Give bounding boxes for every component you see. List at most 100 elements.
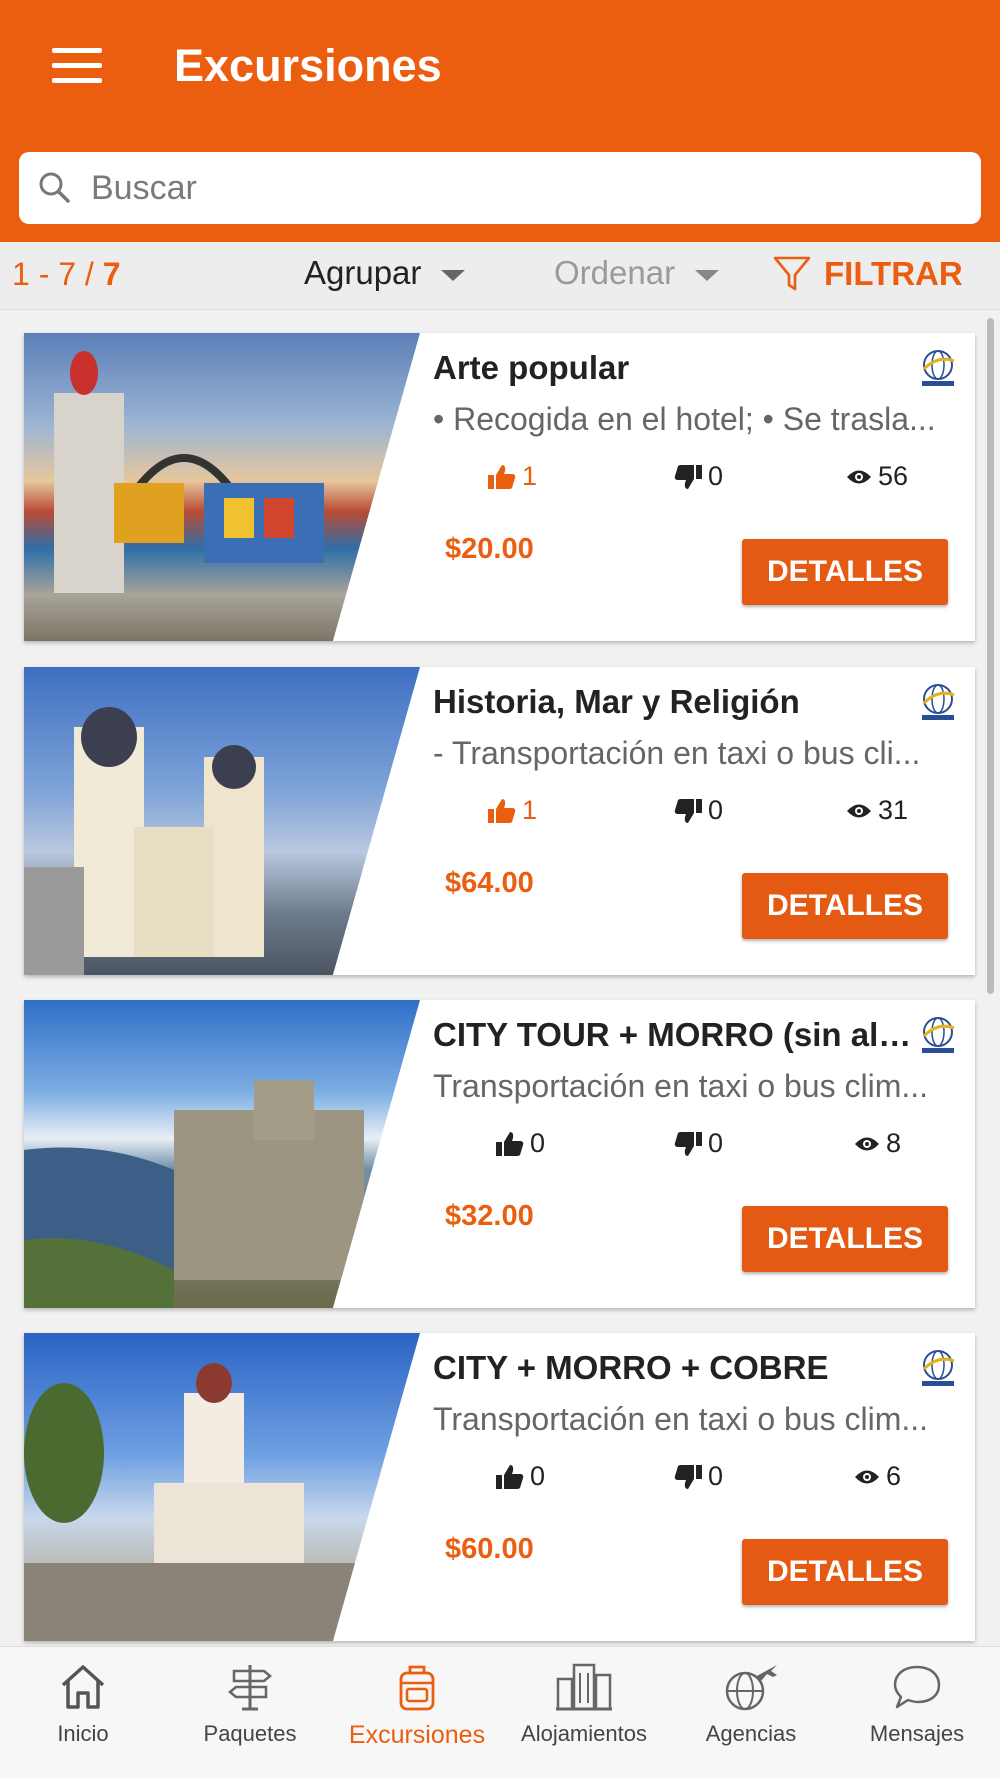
dislike-button[interactable]: 0 [674,1128,723,1159]
nav-label: Alojamientos [521,1721,647,1746]
card-price: $64.00 [445,867,534,899]
agency-logo-icon [922,684,955,720]
excursion-photo [24,333,420,641]
nav-label: Excursiones [348,1721,486,1749]
app-bar: Excursiones [0,0,1000,242]
dislike-count: 0 [708,1128,724,1158]
search-icon [39,172,70,203]
thumbs-up-icon [488,464,516,489]
card-title: CITY + MORRO + COBRE [433,1349,829,1386]
card-description: Transportación en taxi o bus clim... [433,1401,929,1437]
views-stat: 56 [846,461,908,492]
nav-label: Agencias [705,1721,797,1746]
eye-icon [855,1137,879,1150]
card-description: • Recogida en el hotel; • Se trasla... [433,401,936,437]
chat-icon [893,1665,941,1709]
details-button[interactable]: DETALLES [742,539,948,605]
agency-logo-icon [922,350,955,386]
order-label: Ordenar [554,254,676,291]
scrollbar[interactable] [987,318,994,994]
views-stat: 8 [854,1128,901,1159]
excursion-card[interactable]: CITY + MORRO + COBRE Transportación en t… [24,1333,975,1641]
card-title: CITY TOUR + MORRO (sin almuerzo) [433,1016,913,1053]
excursion-card[interactable]: Arte popular • Recogida en el hotel; • S… [24,333,975,641]
order-dropdown[interactable]: Ordenar [554,254,720,292]
view-count: 6 [886,1461,902,1491]
dislike-button[interactable]: 0 [674,1461,723,1492]
nav-item-inicio[interactable]: Inicio [0,1661,166,1747]
thumbs-up-icon [496,1464,524,1489]
thumbs-down-icon [674,798,702,823]
dislike-button[interactable]: 0 [674,461,723,492]
bottom-navigation: Inicio Paquetes Excursiones Alojamientos… [0,1646,1000,1778]
excursion-card[interactable]: Historia, Mar y Religión - Transportació… [24,667,975,975]
card-title: Arte popular [433,349,630,386]
results-range: 1 - 7 / 7 [12,256,121,293]
view-count: 8 [886,1128,902,1158]
excursion-photo [24,1000,420,1308]
nav-label: Paquetes [203,1721,297,1746]
results-toolbar: 1 - 7 / 7 Agrupar Ordenar FILTRAR [0,242,1000,310]
thumbs-down-icon [674,464,702,489]
like-button[interactable]: 0 [496,1128,545,1159]
eye-icon [847,470,871,483]
like-button[interactable]: 1 [488,795,537,826]
card-title: Historia, Mar y Religión [433,683,800,720]
search-input[interactable] [91,162,951,214]
agency-logo-icon [922,1350,955,1386]
nav-item-mensajes[interactable]: Mensajes [834,1661,1000,1747]
nav-item-alojamientos[interactable]: Alojamientos [501,1661,667,1747]
nav-label: Inicio [57,1721,109,1746]
like-button[interactable]: 0 [496,1461,545,1492]
card-price: $20.00 [445,533,534,565]
thumbs-up-icon [496,1131,524,1156]
card-description: Transportación en taxi o bus clim... [433,1068,929,1104]
thumbs-down-icon [674,1464,702,1489]
eye-icon [847,804,871,817]
like-count: 0 [530,1128,546,1158]
view-count: 31 [878,795,909,825]
like-count: 1 [522,461,538,491]
agency-logo-icon [922,1017,955,1053]
details-button[interactable]: DETALLES [742,1206,948,1272]
like-count: 1 [522,795,538,825]
views-stat: 31 [846,795,908,826]
excursion-card[interactable]: CITY TOUR + MORRO (sin almuerzo) Transpo… [24,1000,975,1308]
like-button[interactable]: 1 [488,461,537,492]
group-label: Agrupar [304,254,422,291]
excursion-photo [24,1333,420,1641]
signpost-icon [228,1665,272,1711]
backpack-icon [399,1665,435,1711]
filter-icon [773,256,811,291]
card-price: $60.00 [445,1533,534,1565]
globe-plane-icon [725,1665,777,1711]
details-button[interactable]: DETALLES [742,873,948,939]
buildings-icon [556,1663,612,1711]
home-icon [61,1665,105,1709]
card-description: - Transportación en taxi o bus cli... [433,735,921,771]
group-dropdown[interactable]: Agrupar [304,254,466,292]
excursion-photo [24,667,420,975]
range-total: 7 [102,256,121,292]
search-bar[interactable] [19,152,981,224]
view-count: 56 [878,461,909,491]
like-count: 0 [530,1461,546,1491]
filter-button[interactable]: FILTRAR [772,254,963,294]
range-text: 1 - 7 / [12,256,103,292]
dislike-button[interactable]: 0 [674,795,723,826]
dislike-count: 0 [708,795,724,825]
card-price: $32.00 [445,1200,534,1232]
dislike-count: 0 [708,1461,724,1491]
nav-label: Mensajes [869,1721,965,1746]
menu-icon[interactable] [52,48,102,88]
chevron-down-icon [441,269,466,281]
nav-item-excursiones[interactable]: Excursiones [334,1661,500,1750]
nav-item-paquetes[interactable]: Paquetes [167,1661,333,1747]
chevron-down-icon [695,269,720,281]
eye-icon [855,1470,879,1483]
dislike-count: 0 [708,461,724,491]
nav-item-agencias[interactable]: Agencias [668,1661,834,1747]
details-button[interactable]: DETALLES [742,1539,948,1605]
views-stat: 6 [854,1461,901,1492]
thumbs-down-icon [674,1131,702,1156]
